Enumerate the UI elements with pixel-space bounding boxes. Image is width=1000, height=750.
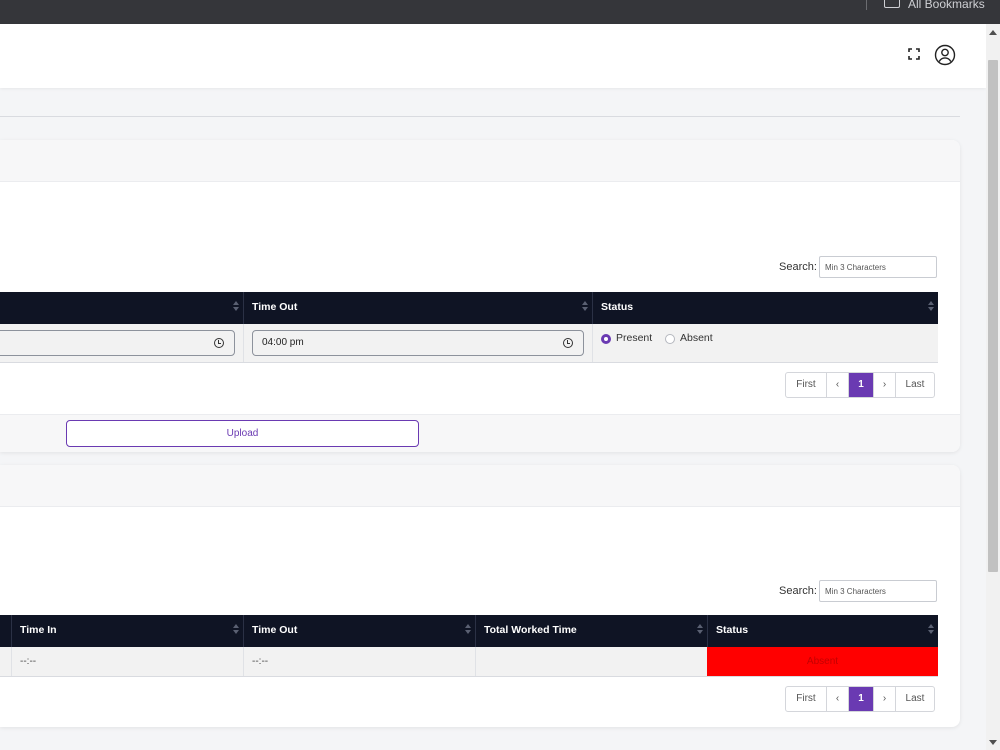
column-label: Time Out: [252, 624, 298, 636]
table-header: Time Out Status: [0, 292, 938, 324]
scrollbar-thumb[interactable]: [988, 60, 998, 572]
bookmarks-divider: [866, 0, 867, 10]
folder-icon[interactable]: [884, 0, 900, 8]
sort-icon: [233, 624, 239, 638]
sort-icon: [697, 624, 703, 638]
table-header: Time In Time Out Total Worked Time Statu…: [0, 615, 938, 647]
sort-icon: [928, 624, 934, 638]
pagination-prev[interactable]: ‹: [826, 687, 848, 711]
pagination: First ‹ 1 › Last: [785, 686, 935, 712]
clock-icon: [214, 338, 224, 348]
column-header-previous[interactable]: [0, 615, 11, 647]
column-label: Total Worked Time: [484, 624, 577, 636]
table-cell: [475, 647, 707, 676]
absent-radio[interactable]: [665, 334, 675, 344]
pagination-last[interactable]: Last: [895, 373, 934, 397]
pagination-page-1[interactable]: 1: [848, 687, 873, 711]
search-label: Search:: [779, 261, 817, 273]
column-header-previous[interactable]: [0, 292, 243, 324]
column-header-total-worked-time[interactable]: Total Worked Time: [475, 615, 707, 647]
status-badge: Absent: [707, 647, 938, 676]
card-header: [0, 465, 960, 507]
column-label: Status: [601, 301, 634, 313]
pagination-page-1[interactable]: 1: [848, 373, 873, 397]
page-divider: [0, 116, 960, 117]
time-out-input[interactable]: 04:00 pm: [252, 330, 584, 356]
table-cell: Present Absent: [592, 324, 938, 362]
column-header-time-out[interactable]: Time Out: [243, 292, 592, 324]
present-radio[interactable]: [601, 334, 611, 344]
table-cell: [0, 647, 11, 676]
app-header: [0, 24, 986, 88]
pagination-first[interactable]: First: [786, 373, 826, 397]
clock-icon: [563, 338, 573, 348]
sort-icon: [465, 624, 471, 638]
search-label: Search:: [779, 585, 817, 597]
column-label: Status: [716, 624, 749, 636]
time-in-value: --:--: [20, 656, 37, 667]
sort-icon: [582, 301, 588, 315]
upload-button[interactable]: Upload: [66, 420, 419, 447]
column-header-status[interactable]: Status: [592, 292, 938, 324]
column-header-status[interactable]: Status: [707, 615, 938, 647]
table-cell: --:--: [11, 647, 243, 676]
time-out-value: --:--: [252, 656, 269, 667]
vertical-scrollbar[interactable]: [986, 24, 1000, 750]
column-label: Time In: [20, 624, 57, 636]
search-input[interactable]: [819, 256, 937, 278]
sort-icon: [233, 301, 239, 315]
table-cell: 04:00 pm: [243, 324, 592, 362]
pagination: First ‹ 1 › Last: [785, 372, 935, 398]
pagination-next[interactable]: ›: [873, 687, 895, 711]
absent-label[interactable]: Absent: [680, 332, 713, 344]
attendance-log-card: Search: Time In Time Out Total Worked Ti…: [0, 465, 960, 727]
sort-icon: [928, 301, 934, 315]
user-circle-icon[interactable]: [934, 44, 956, 66]
table-cell: --:--: [243, 647, 475, 676]
time-in-input[interactable]: [0, 330, 235, 356]
pagination-first[interactable]: First: [786, 687, 826, 711]
all-bookmarks-link[interactable]: All Bookmarks: [908, 0, 985, 11]
table-row: --:-- --:-- Absent: [0, 647, 938, 677]
column-label: Time Out: [252, 301, 298, 313]
scroll-up-arrow-icon[interactable]: [989, 30, 997, 35]
time-out-value: 04:00 pm: [262, 337, 304, 348]
pagination-next[interactable]: ›: [873, 373, 895, 397]
search-input[interactable]: [819, 580, 937, 602]
pagination-last[interactable]: Last: [895, 687, 934, 711]
column-header-time-out[interactable]: Time Out: [243, 615, 475, 647]
browser-bookmarks-bar: All Bookmarks: [0, 0, 1000, 24]
fullscreen-icon[interactable]: [908, 48, 920, 60]
table-row: 04:00 pm Present Absent: [0, 324, 938, 363]
pagination-prev[interactable]: ‹: [826, 373, 848, 397]
table-cell: [0, 324, 243, 362]
card-header: [0, 140, 960, 182]
column-header-time-in[interactable]: Time In: [11, 615, 243, 647]
attendance-entry-card: Search: Time Out Status 04:00 pm: [0, 140, 960, 452]
scroll-down-arrow-icon[interactable]: [989, 740, 997, 745]
present-label[interactable]: Present: [616, 332, 652, 344]
